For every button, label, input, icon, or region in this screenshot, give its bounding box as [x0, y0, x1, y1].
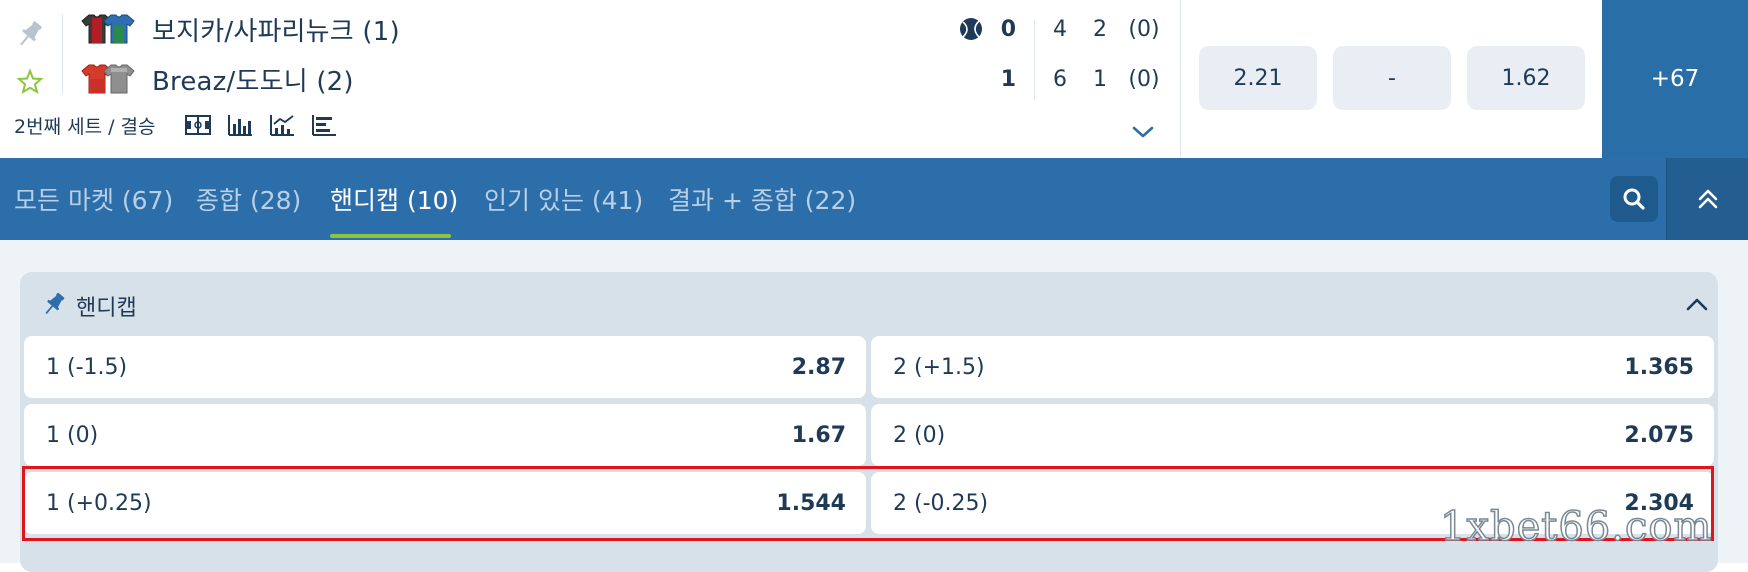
market-tab-bar: 모든 마켓 (67) 종합 (28) 핸디캡 (10) 인기 있는 (41) 결… — [0, 158, 1748, 240]
bet-cell[interactable]: 1 (0) 1.67 — [24, 404, 866, 466]
double-chevron-up-icon — [1698, 189, 1717, 209]
chevron-down-icon[interactable] — [1130, 122, 1156, 142]
more-markets-button[interactable]: +67 — [1602, 0, 1748, 158]
bet-odd: 2.075 — [1624, 422, 1694, 448]
bet-cell[interactable]: 2 (0) 2.075 — [871, 404, 1714, 466]
watermark: 1xbet66.com — [1439, 503, 1713, 551]
market-header[interactable]: 핸디캡 — [20, 272, 1718, 336]
bet-odd: 1.67 — [791, 422, 846, 448]
bet-odd: 2.87 — [791, 354, 846, 380]
team1-jersey-icon — [80, 12, 136, 46]
team2-main-score: 1 — [1000, 67, 1016, 92]
team1-main-score: 0 — [1000, 17, 1016, 42]
active-tab-underline — [330, 234, 451, 238]
tab-all-markets[interactable]: 모든 마켓 (67) — [14, 158, 173, 240]
collapse-button[interactable] — [1666, 158, 1748, 240]
bet-label: 1 (+0.25) — [46, 490, 152, 516]
main-odds-area: 2.21 - 1.62 — [1180, 0, 1602, 158]
odd-x-button[interactable]: - — [1333, 46, 1451, 110]
bet-label: 1 (-1.5) — [46, 354, 128, 380]
bet-label: 2 (+1.5) — [893, 354, 985, 380]
tab-result-total[interactable]: 결과 + 종합 (22) — [668, 158, 856, 240]
bet-label: 1 (0) — [46, 422, 99, 448]
tab-popular[interactable]: 인기 있는 (41) — [484, 158, 643, 240]
team2-set1-score: 6 — [1053, 67, 1067, 92]
team1-row: 보지카/사파리뉴크 (1) — [80, 9, 980, 49]
team1-game-score: (0) — [1128, 17, 1160, 42]
team1-set2-score: 2 — [1093, 17, 1107, 42]
score-divider — [1034, 20, 1035, 100]
team2-set2-score: 1 — [1093, 67, 1107, 92]
team2-game-score: (0) — [1128, 67, 1160, 92]
match-header: 보지카/사파리뉴크 (1) Breaz/도도니 (2) 0 1 4 2 (0) … — [0, 0, 1748, 158]
market-title: 핸디캡 — [76, 296, 137, 321]
team2-name: Breaz/도도니 (2) — [152, 66, 354, 97]
divider — [62, 14, 63, 94]
favorite-star-icon[interactable] — [16, 68, 44, 96]
team2-row: Breaz/도도니 (2) — [80, 59, 980, 99]
pin-icon[interactable] — [14, 18, 46, 50]
pin-column — [14, 18, 48, 98]
odd-w2-button[interactable]: 1.62 — [1467, 46, 1585, 110]
bet-cell[interactable]: 1 (+0.25) 1.544 — [24, 472, 866, 534]
search-icon — [1623, 188, 1645, 210]
search-button[interactable] — [1610, 176, 1658, 222]
chevron-up-icon[interactable] — [1684, 292, 1710, 318]
tab-handicap[interactable]: 핸디캡 (10) — [330, 158, 458, 240]
team2-jersey-icon — [80, 62, 136, 96]
odd-w1-button[interactable]: 2.21 — [1199, 46, 1317, 110]
bet-label: 2 (0) — [893, 422, 946, 448]
tab-total[interactable]: 종합 (28) — [196, 158, 301, 240]
bet-odd: 1.544 — [776, 490, 846, 516]
bet-cell[interactable]: 2 (+1.5) 1.365 — [871, 336, 1714, 398]
team1-name: 보지카/사파리뉴크 (1) — [152, 16, 400, 47]
bar-chart-icon[interactable] — [226, 112, 254, 138]
field-icon[interactable] — [184, 112, 212, 138]
tennis-ball-icon — [958, 16, 984, 42]
bet-odd: 1.365 — [1624, 354, 1694, 380]
team1-set1-score: 4 — [1053, 17, 1067, 42]
pin-icon[interactable] — [40, 290, 68, 318]
bet-cell[interactable]: 1 (-1.5) 2.87 — [24, 336, 866, 398]
trend-chart-icon[interactable] — [268, 112, 296, 138]
list-chart-icon[interactable] — [310, 112, 338, 138]
stat-icons — [184, 112, 338, 138]
set-stage-label: 2번째 세트 / 결승 — [14, 116, 156, 138]
bet-label: 2 (-0.25) — [893, 490, 989, 516]
